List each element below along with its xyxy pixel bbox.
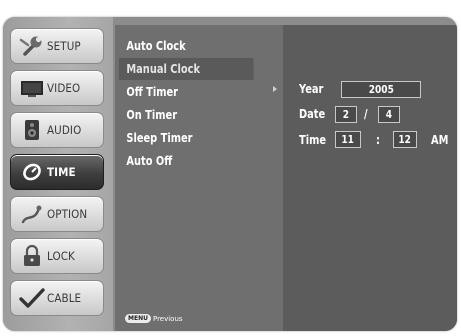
date-day-value: 4 (385, 108, 393, 121)
submenu-item-manual-clock[interactable]: Manual Clock (119, 58, 254, 80)
tv-osd-window: SETUP VIDEO AUDIO TIME OPTION LOCK CABLE… (3, 17, 457, 331)
time-hour-value: 11 (341, 133, 355, 146)
date-separator: / (364, 107, 368, 121)
submenu-item-sleep-timer[interactable]: Sleep Timer (119, 127, 253, 149)
menu-item-setup[interactable]: SETUP (10, 28, 104, 64)
padlock-icon (17, 242, 47, 270)
manual-clock-panel: Year 2005 Date 2 / 4 Time 11 : 12 AM (283, 25, 457, 331)
time-minute-field[interactable]: 12 (393, 131, 417, 148)
menu-item-lock[interactable]: LOCK (10, 238, 104, 274)
submenu-item-auto-clock[interactable]: Auto Clock (119, 35, 253, 57)
year-value: 2005 (368, 83, 394, 96)
cable-check-icon (17, 284, 47, 312)
time-separator: : (376, 133, 380, 147)
menu-item-cable[interactable]: CABLE (10, 280, 104, 316)
footer-previous-label: Previous (152, 314, 183, 323)
submenu-item-off-timer[interactable]: Off Timer (119, 81, 253, 103)
time-hour-field[interactable]: 11 (335, 131, 361, 148)
option-icon (17, 200, 47, 228)
menu-label-cable: CABLE (47, 291, 82, 305)
date-day-field[interactable]: 4 (378, 106, 400, 123)
menu-item-video[interactable]: VIDEO (10, 70, 104, 106)
menu-key-icon: MENU (125, 314, 151, 323)
submenu-arrow-icon (273, 86, 277, 92)
main-menu: SETUP VIDEO AUDIO TIME OPTION LOCK CABLE (3, 17, 113, 331)
footer-hint: MENU Previous (125, 314, 183, 323)
date-label: Date (299, 107, 326, 121)
menu-item-option[interactable]: OPTION (10, 196, 104, 232)
submenu-item-on-timer[interactable]: On Timer (119, 104, 253, 126)
date-month-field[interactable]: 2 (335, 106, 357, 123)
menu-item-time[interactable]: TIME (10, 154, 104, 190)
year-field[interactable]: 2005 (341, 81, 421, 98)
wrench-icon (17, 32, 47, 60)
submenu-item-auto-off[interactable]: Auto Off (119, 150, 253, 172)
year-label: Year (299, 82, 324, 96)
clock-icon (17, 158, 47, 186)
menu-item-audio[interactable]: AUDIO (10, 112, 104, 148)
time-submenu: Auto Clock Manual Clock Off Timer On Tim… (115, 25, 283, 331)
menu-label-time: TIME (47, 165, 76, 179)
menu-label-setup: SETUP (47, 39, 81, 53)
time-minute-value: 12 (398, 133, 412, 146)
time-label: Time (299, 133, 327, 147)
menu-label-option: OPTION (47, 207, 88, 221)
menu-label-lock: LOCK (47, 249, 75, 263)
menu-label-video: VIDEO (47, 81, 81, 95)
time-ampm[interactable]: AM (431, 133, 448, 147)
monitor-icon (17, 74, 47, 102)
date-month-value: 2 (342, 108, 350, 121)
menu-label-audio: AUDIO (47, 123, 82, 137)
speaker-icon (17, 116, 47, 144)
